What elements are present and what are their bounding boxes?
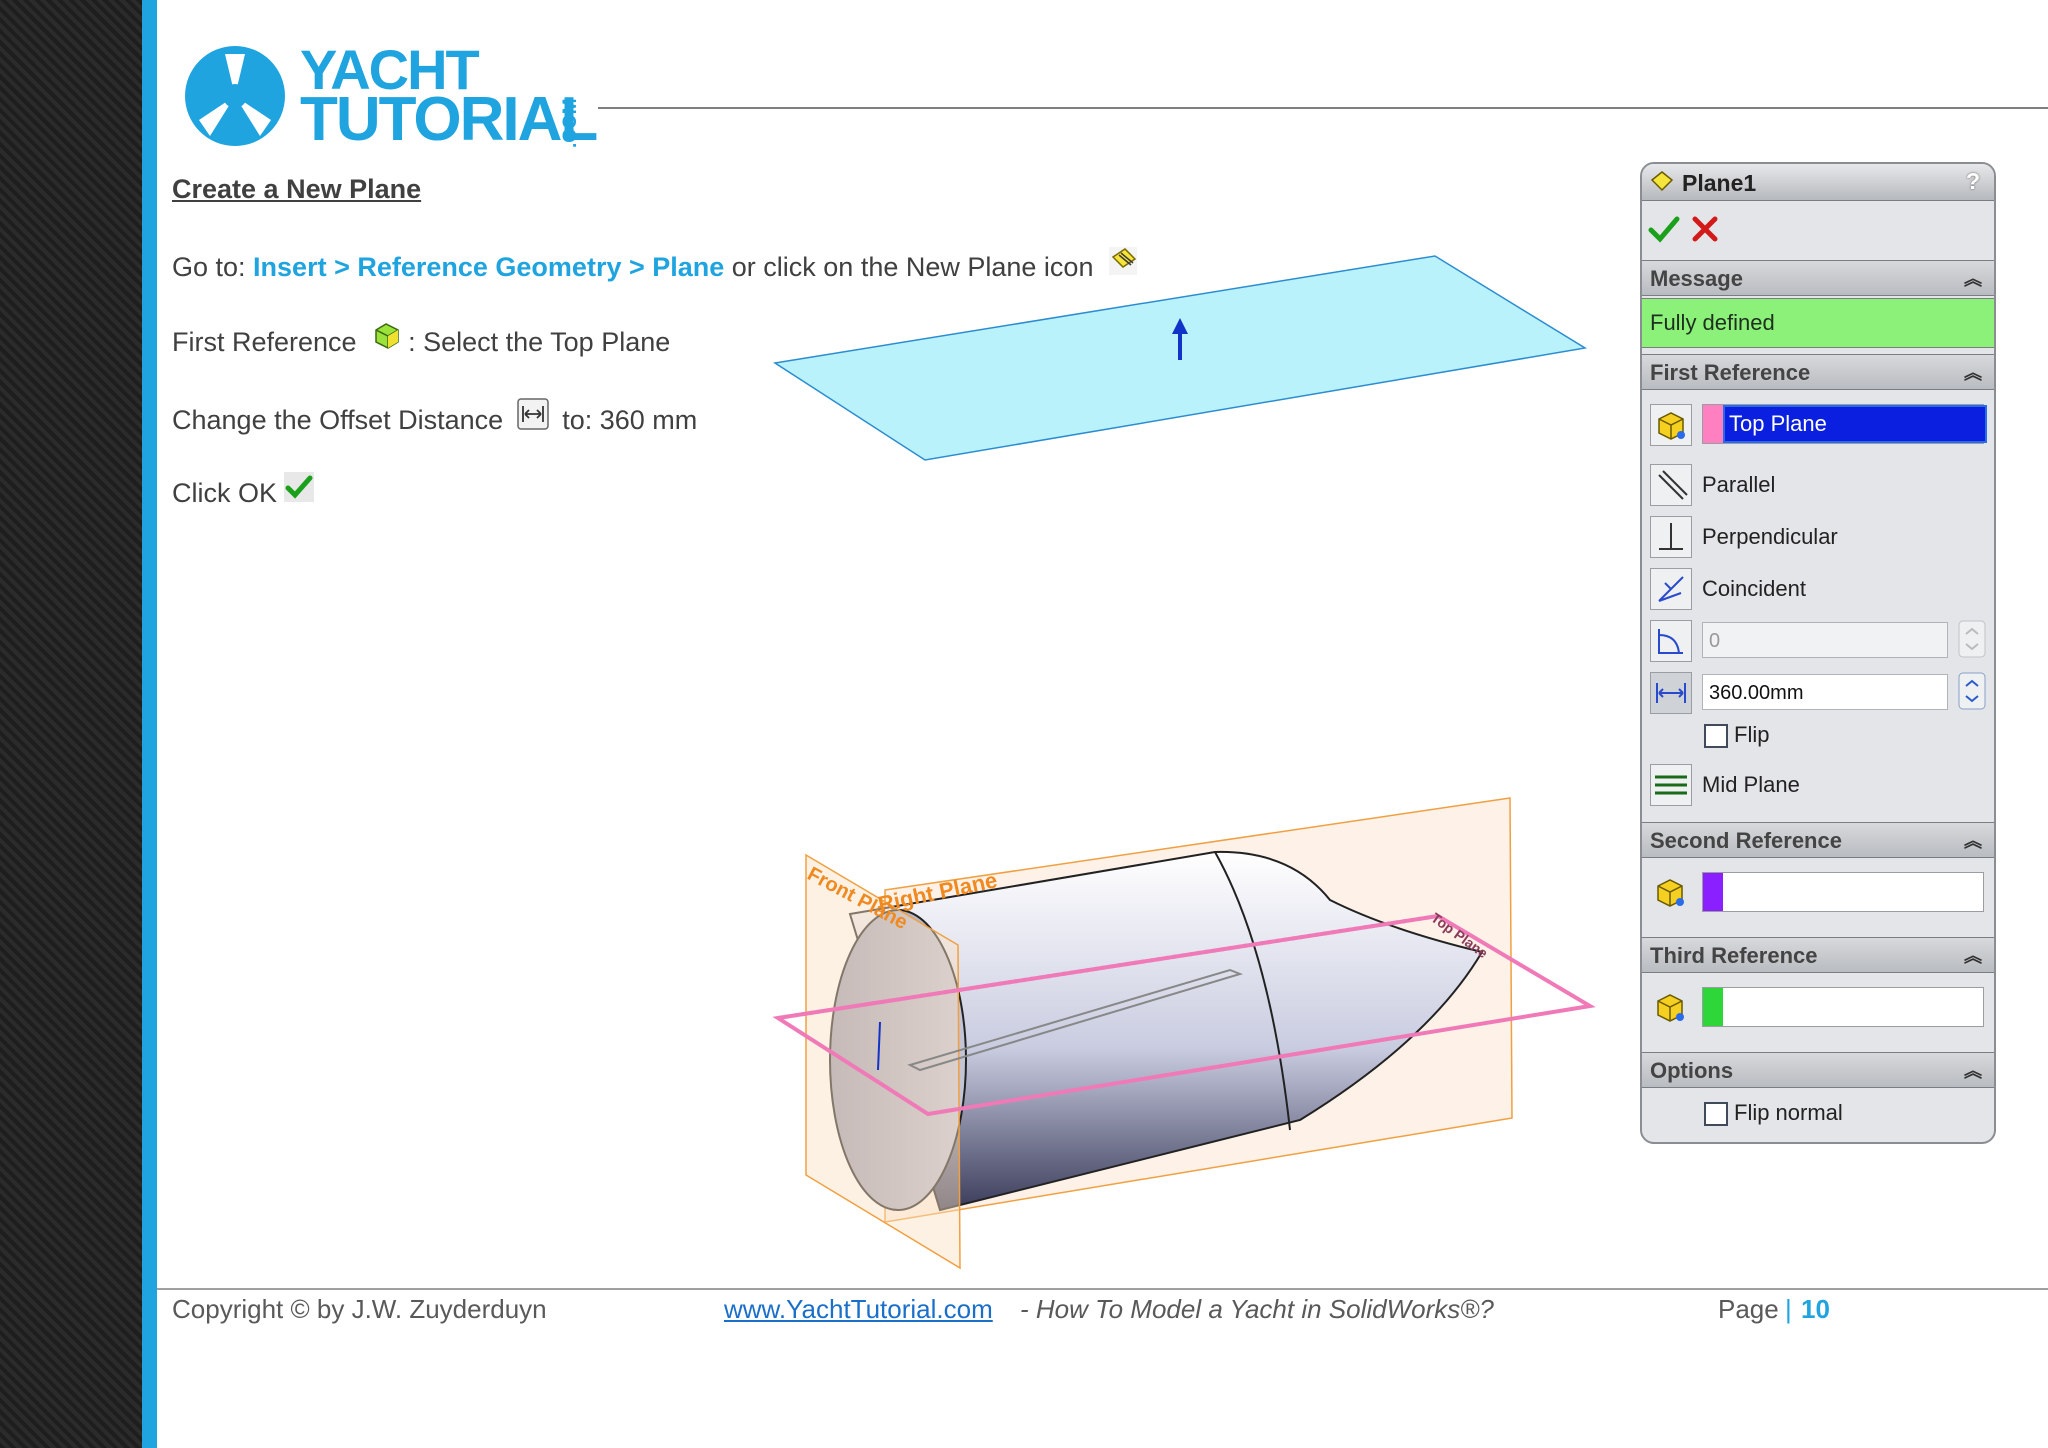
flip-checkbox[interactable] — [1704, 724, 1728, 748]
flip-normal-checkbox[interactable] — [1704, 1102, 1728, 1126]
offset-distance-input[interactable]: 360.00mm — [1702, 674, 1948, 710]
ok-checkmark-icon — [284, 471, 315, 502]
section-title: Create a New Plane — [172, 174, 422, 204]
collapse-chevron-icon[interactable]: ︽ — [1964, 1057, 1982, 1083]
first-reference-icon — [375, 323, 399, 349]
step2-suffix: : Select the Top Plane — [408, 327, 671, 357]
logo-suffix: .COM — [560, 98, 581, 148]
message-text: Fully defined — [1650, 310, 1775, 335]
cancel-button[interactable] — [1690, 214, 1720, 244]
reference-entity-icon — [1650, 987, 1690, 1027]
collapse-chevron-icon[interactable]: ︽ — [1964, 942, 1982, 968]
first-reference-label: First Reference — [1650, 360, 1811, 385]
coincident-icon[interactable] — [1650, 568, 1692, 610]
first-reference-selection[interactable]: Top Plane — [1702, 404, 1987, 444]
third-reference-header[interactable]: Third Reference ︽ — [1642, 937, 1994, 973]
hull-model-preview: Front Plane Right Plane Top Plane — [772, 797, 1596, 1270]
mid-plane-icon[interactable] — [1650, 764, 1692, 806]
perpendicular-icon[interactable] — [1650, 516, 1692, 558]
logo-word-tutorial: TUTORIAL — [300, 85, 598, 154]
second-reference-color — [1703, 873, 1723, 911]
ok-button[interactable] — [1648, 214, 1680, 244]
angle-spinner[interactable] — [1958, 620, 1986, 658]
third-reference-selection[interactable] — [1702, 987, 1984, 1027]
help-icon[interactable]: ? — [1966, 168, 1980, 195]
step3-prefix: Change the Offset Distance — [172, 405, 511, 435]
offset-distance-icon — [1650, 672, 1692, 714]
yacht-tutorial-logo: YACHT TUTORIAL .COM — [182, 40, 602, 160]
first-reference-header[interactable]: First Reference ︽ — [1642, 354, 1994, 390]
first-reference-color — [1703, 405, 1723, 443]
page-separator: | — [1785, 1294, 1792, 1324]
logo-emblem-icon — [185, 46, 285, 146]
step-click-ok: Click OK — [172, 471, 321, 511]
collapse-chevron-icon[interactable]: ︽ — [1964, 265, 1982, 291]
plane-property-manager: Plane1 ? Message ︽ Fully defined First R… — [1640, 162, 1996, 1144]
offset-distance-spinner[interactable] — [1958, 672, 1986, 710]
property-manager-titlebar: Plane1 ? — [1642, 164, 1994, 201]
footer-rule — [157, 1288, 2048, 1290]
step-first-reference: First Reference : Select the Top Plane — [172, 323, 671, 360]
second-reference-label: Second Reference — [1650, 828, 1842, 853]
reference-entity-icon — [1650, 404, 1692, 446]
plane-feature-icon — [1650, 171, 1674, 192]
copyright-text: Copyright © by J.W. Zuyderduyn — [172, 1294, 547, 1324]
step4-prefix: Click OK — [172, 478, 278, 508]
angle-icon — [1650, 620, 1692, 662]
offset-distance-icon — [516, 398, 549, 430]
third-reference-color — [1703, 988, 1723, 1026]
page-label: Page — [1718, 1294, 1779, 1324]
message-box: Fully defined — [1642, 298, 1994, 348]
feature-name: Plane1 — [1682, 170, 1757, 196]
message-section-header[interactable]: Message ︽ — [1642, 260, 1994, 296]
perpendicular-option[interactable]: Perpendicular — [1702, 524, 1838, 550]
options-header-label: Options — [1650, 1058, 1734, 1083]
collapse-chevron-icon[interactable]: ︽ — [1964, 359, 1982, 385]
parallel-icon[interactable] — [1650, 464, 1692, 506]
reference-entity-icon — [1650, 872, 1690, 912]
third-reference-label: Third Reference — [1650, 943, 1818, 968]
header-rule — [598, 107, 2048, 109]
book-title: - How To Model a Yacht in SolidWorks®? — [1020, 1294, 1494, 1324]
parallel-option[interactable]: Parallel — [1702, 472, 1775, 498]
top-plane-preview — [772, 255, 1588, 461]
step1-prefix: Go to: — [172, 252, 254, 282]
first-reference-value[interactable]: Top Plane — [1723, 405, 1987, 443]
angle-input[interactable]: 0 — [1702, 622, 1948, 658]
collapse-chevron-icon[interactable]: ︽ — [1964, 827, 1982, 853]
step2-prefix: First Reference — [172, 327, 365, 357]
menu-path: Insert > Reference Geometry > Plane — [253, 252, 725, 282]
left-accent-strip — [142, 0, 157, 1448]
coincident-option[interactable]: Coincident — [1702, 576, 1806, 602]
step3-suffix: to: 360 mm — [554, 405, 698, 435]
flip-normal-label: Flip normal — [1734, 1100, 1843, 1125]
message-header-label: Message — [1650, 266, 1743, 291]
left-dark-strip — [0, 0, 142, 1448]
options-section-header[interactable]: Options ︽ — [1642, 1052, 1994, 1088]
page-number: 10 — [1801, 1294, 1830, 1324]
step-offset-distance: Change the Offset Distance to: 360 mm — [172, 398, 698, 438]
website-link[interactable]: www.YachtTutorial.com — [724, 1294, 993, 1325]
mid-plane-option[interactable]: Mid Plane — [1702, 772, 1800, 798]
second-reference-header[interactable]: Second Reference ︽ — [1642, 822, 1994, 858]
flip-label: Flip — [1734, 722, 1770, 747]
second-reference-selection[interactable] — [1702, 872, 1984, 912]
